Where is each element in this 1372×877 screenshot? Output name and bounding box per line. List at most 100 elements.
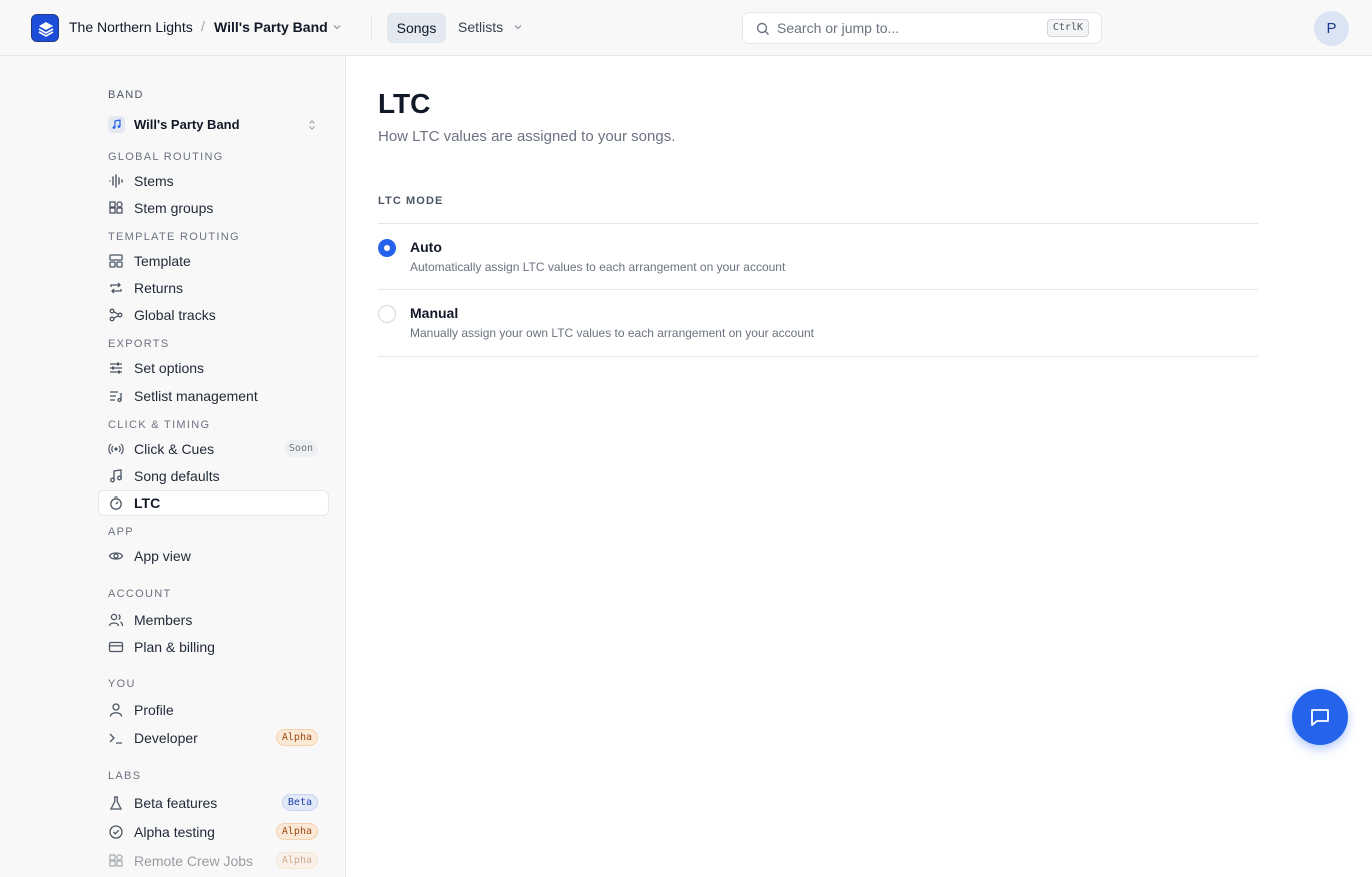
divider: [378, 356, 1258, 357]
option-title: Manual: [410, 305, 459, 321]
ltc-mode-option-manual[interactable]: Manual Manually assign your own LTC valu…: [378, 290, 1258, 350]
beta-badge: Beta: [281, 794, 318, 811]
tracks-nodes-icon: [109, 308, 123, 322]
sidebar-item-label: Beta features: [134, 795, 218, 811]
band-selector-label: Will's Party Band: [134, 117, 240, 132]
search-icon: [756, 22, 769, 35]
alpha-badge: Alpha: [275, 729, 318, 746]
sliders-icon: [110, 362, 122, 374]
sidebar-item-template[interactable]: Template: [98, 248, 329, 274]
top-bar: The Northern Lights / Will's Party Band …: [0, 0, 1372, 56]
section-heading-labs: LABS: [108, 770, 142, 782]
radio-manual[interactable]: [378, 305, 396, 323]
page-subtitle: How LTC values are assigned to your song…: [378, 128, 676, 145]
grid-squares-icon: [109, 201, 123, 214]
ltc-mode-option-auto[interactable]: Auto Automatically assign LTC values to …: [378, 224, 1258, 284]
music-notes-icon: [110, 469, 122, 483]
list-music-icon: [110, 391, 122, 403]
grid-squares-icon: [109, 854, 123, 867]
sidebar-item-remote-crew-jobs[interactable]: Remote Crew Jobs Alpha: [98, 848, 329, 874]
user-icon: [109, 703, 123, 717]
nav-songs-tab[interactable]: Songs: [387, 13, 446, 43]
sidebar-item-set-options[interactable]: Set options: [98, 355, 329, 381]
credit-card-icon: [108, 641, 124, 653]
flask-icon: [109, 796, 123, 810]
repeat-arrows-icon: [110, 282, 122, 294]
divider: [371, 16, 372, 40]
chat-bubble-icon: [1311, 709, 1329, 726]
sidebar-item-label: Alpha testing: [134, 824, 215, 840]
sidebar-item-song-defaults[interactable]: Song defaults: [98, 463, 329, 489]
section-heading-app: APP: [108, 526, 134, 538]
settings-sidebar: BAND Will's Party Band GLOBAL ROUTING St…: [0, 56, 346, 877]
band-selector[interactable]: Will's Party Band: [108, 115, 320, 135]
sidebar-item-alpha-testing[interactable]: Alpha testing Alpha: [98, 819, 329, 845]
sidebar-item-label: Song defaults: [134, 468, 220, 484]
sidebar-item-label: App view: [134, 548, 191, 564]
sidebar-item-label: Developer: [134, 730, 198, 746]
nav-setlists-tab[interactable]: Setlists: [458, 19, 503, 35]
sidebar-item-label: Setlist management: [134, 388, 258, 404]
alpha-badge: Alpha: [275, 823, 318, 840]
sidebar-item-label: Plan & billing: [134, 639, 215, 655]
band-name-link[interactable]: Will's Party Band: [214, 19, 328, 35]
search-box[interactable]: CtrlK: [742, 12, 1102, 44]
section-heading-click-timing: CLICK & TIMING: [108, 419, 211, 431]
sidebar-item-label: Members: [134, 612, 193, 628]
user-avatar[interactable]: P: [1314, 11, 1349, 46]
option-description: Automatically assign LTC values to each …: [410, 260, 786, 274]
sidebar-item-label: Click & Cues: [134, 441, 215, 457]
radio-auto[interactable]: [378, 239, 396, 257]
broadcast-icon: [108, 443, 124, 455]
timer-icon: [110, 496, 122, 510]
sidebar-item-ltc[interactable]: LTC: [98, 490, 329, 516]
section-heading-global-routing: GLOBAL ROUTING: [108, 151, 224, 163]
check-circle-icon: [109, 825, 123, 839]
sidebar-item-label: Returns: [134, 280, 184, 296]
ltc-mode-label: LTC MODE: [378, 195, 444, 207]
sidebar-item-label: Stem groups: [134, 200, 214, 216]
section-heading-band: BAND: [108, 89, 144, 101]
alpha-badge: Alpha: [275, 852, 318, 869]
music-note-icon: [108, 116, 125, 133]
waveform-icon: [109, 174, 123, 188]
sidebar-item-stems[interactable]: Stems: [98, 168, 329, 194]
breadcrumb-separator: /: [201, 18, 205, 34]
sidebar-item-label: Profile: [134, 702, 174, 718]
section-heading-account: ACCOUNT: [108, 588, 172, 600]
sidebar-item-click-cues[interactable]: Click & Cues Soon: [98, 436, 329, 462]
search-input[interactable]: [777, 19, 1027, 37]
sidebar-item-returns[interactable]: Returns: [98, 275, 329, 301]
chevron-down-icon[interactable]: [512, 21, 524, 33]
sidebar-item-setlist-management[interactable]: Setlist management: [98, 383, 329, 409]
app-logo-icon[interactable]: [31, 14, 59, 42]
chevron-down-icon[interactable]: [331, 21, 343, 33]
section-heading-exports: EXPORTS: [108, 338, 170, 350]
sidebar-item-label: Stems: [134, 173, 174, 189]
sidebar-item-label: Remote Crew Jobs: [134, 853, 254, 869]
sidebar-item-beta-features[interactable]: Beta features Beta: [98, 790, 329, 816]
chat-support-button[interactable]: [1292, 689, 1348, 745]
eye-icon: [108, 552, 124, 560]
sidebar-item-members[interactable]: Members: [98, 607, 329, 633]
option-description: Manually assign your own LTC values to e…: [410, 326, 814, 340]
sidebar-item-global-tracks[interactable]: Global tracks: [98, 302, 329, 328]
sidebar-item-developer[interactable]: Developer Alpha: [98, 725, 329, 751]
sidebar-item-profile[interactable]: Profile: [98, 697, 329, 723]
section-heading-template-routing: TEMPLATE ROUTING: [108, 231, 240, 243]
page-title: LTC: [378, 88, 431, 119]
sidebar-item-plan-billing[interactable]: Plan & billing: [98, 634, 329, 660]
section-heading-you: YOU: [108, 678, 136, 690]
soon-badge: Soon: [283, 440, 318, 457]
sidebar-item-label: Template: [134, 253, 191, 269]
template-layout-icon: [109, 254, 123, 268]
chevron-up-down-icon: [309, 120, 315, 130]
option-title: Auto: [410, 239, 442, 255]
terminal-icon: [109, 733, 122, 744]
users-icon: [108, 613, 124, 627]
sidebar-item-label: LTC: [134, 495, 161, 511]
sidebar-item-stem-groups[interactable]: Stem groups: [98, 195, 329, 221]
sidebar-item-label: Global tracks: [134, 307, 216, 323]
org-name-link[interactable]: The Northern Lights: [69, 19, 193, 35]
sidebar-item-app-view[interactable]: App view: [98, 543, 329, 569]
